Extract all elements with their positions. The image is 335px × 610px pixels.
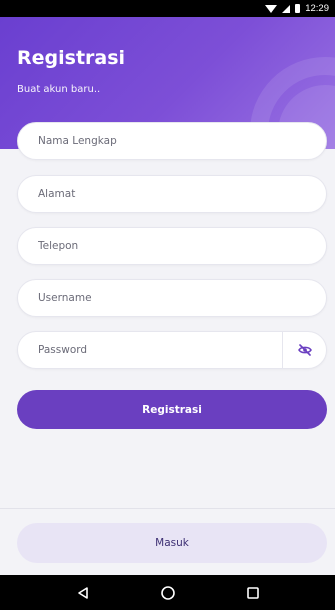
- phone-field[interactable]: [17, 227, 327, 265]
- full-name-field[interactable]: [17, 122, 327, 160]
- register-button[interactable]: Registrasi: [17, 390, 327, 429]
- nav-recents-button[interactable]: [238, 578, 268, 608]
- status-bar: 12:29: [0, 0, 335, 17]
- battery-icon: [295, 4, 301, 13]
- password-visibility-toggle[interactable]: [282, 332, 326, 368]
- nav-home-button[interactable]: [153, 578, 183, 608]
- address-field[interactable]: [17, 175, 327, 213]
- full-name-input[interactable]: [18, 123, 326, 159]
- status-time: 12:29: [305, 3, 329, 14]
- password-field[interactable]: [17, 331, 327, 369]
- page-subtitle: Buat akun baru..: [17, 84, 101, 95]
- nav-back-button[interactable]: [68, 578, 98, 608]
- divider: [0, 508, 335, 509]
- system-nav-bar: [0, 575, 335, 610]
- signal-icon: [282, 4, 291, 13]
- registration-screen: 12:29 Registrasi Buat akun baru.. Regist…: [0, 0, 335, 610]
- phone-input[interactable]: [18, 228, 326, 264]
- page-title: Registrasi: [17, 47, 126, 69]
- home-circle-icon: [160, 585, 175, 600]
- login-button[interactable]: Masuk: [17, 523, 327, 563]
- address-input[interactable]: [18, 176, 326, 212]
- back-triangle-icon: [77, 586, 88, 599]
- username-field[interactable]: [17, 279, 327, 317]
- username-input[interactable]: [18, 280, 326, 316]
- eye-slash-icon: [297, 344, 312, 356]
- recents-square-icon: [246, 586, 259, 599]
- password-input[interactable]: [18, 332, 284, 368]
- wifi-icon: [265, 4, 278, 13]
